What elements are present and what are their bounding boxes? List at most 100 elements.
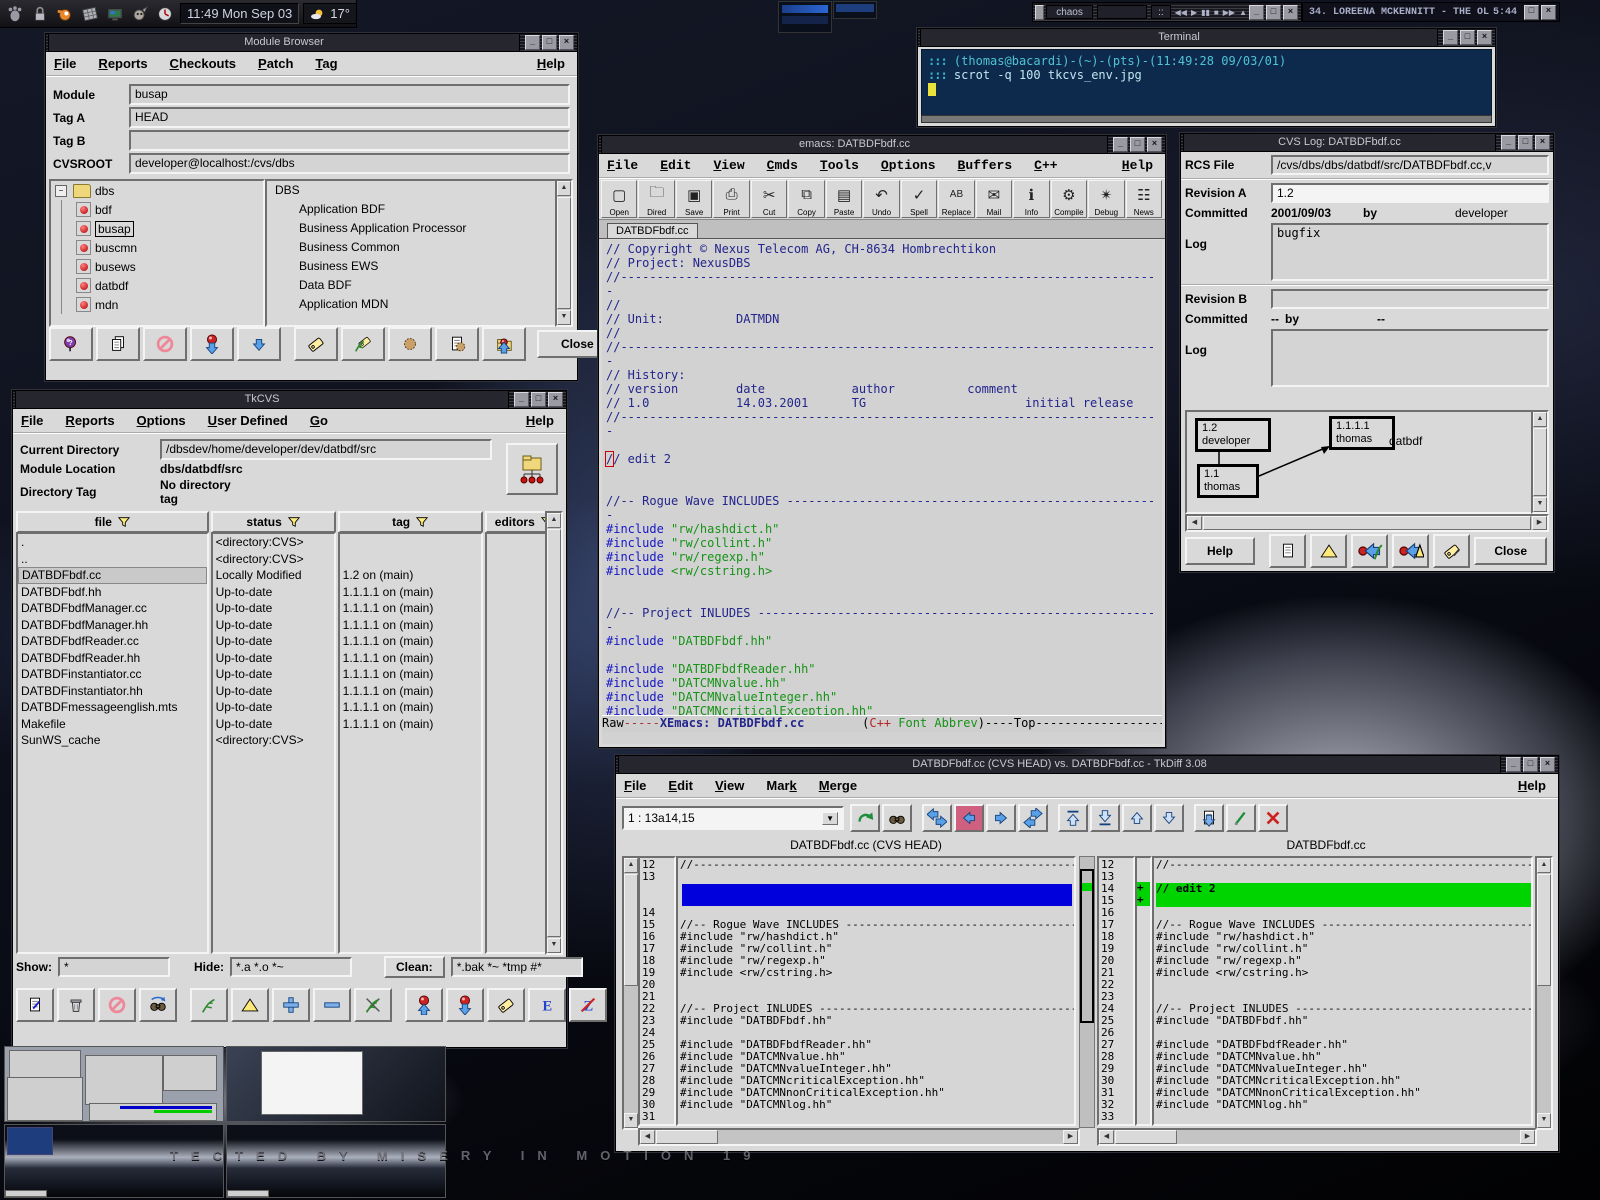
tkcvs-cell-status[interactable]: Up-to-date xyxy=(213,683,334,700)
emacs-menu-file[interactable]: File xyxy=(607,158,638,173)
tkcvs-cell-tag[interactable]: 1.1.1.1 on (main) xyxy=(340,584,481,601)
tkdiff-maximize-button[interactable]: □ xyxy=(1523,757,1538,772)
scroll-left-arrow-icon[interactable]: ◀ xyxy=(1187,516,1202,530)
tkcvs-cell-file[interactable]: DATBDFbdfReader.hh xyxy=(18,650,207,667)
tkcvs-cell-tag[interactable] xyxy=(340,534,481,551)
emacs-toolbar-spell[interactable]: ✓Spell xyxy=(901,180,937,218)
tkcvs-cell-status[interactable]: Up-to-date xyxy=(213,584,334,601)
emacs-toolbar-print[interactable]: ⎙Print xyxy=(713,180,749,218)
scroll-thumb[interactable] xyxy=(656,1130,718,1144)
emacs-toolbar-paste[interactable]: ▤Paste xyxy=(826,180,862,218)
tkcvs-cell-status[interactable]: Up-to-date xyxy=(213,633,334,650)
scroll-thumb[interactable] xyxy=(1533,428,1547,496)
chaos-play-button[interactable]: ▶ xyxy=(1191,8,1197,17)
tkdiff-tool-up-diff[interactable] xyxy=(1122,804,1152,832)
emacs-toolbar-undo[interactable]: ↶Undo xyxy=(863,180,899,218)
tkcvs-menu-reports[interactable]: Reports xyxy=(65,413,114,428)
mb-field-tag-b-input[interactable] xyxy=(129,130,570,151)
mb-field-tag-a-input[interactable]: HEAD xyxy=(129,107,570,128)
tkcvs-cell-tag[interactable] xyxy=(340,551,481,568)
log-a-text[interactable]: bugfix xyxy=(1271,223,1549,281)
mb-menu-checkouts[interactable]: Checkouts xyxy=(170,56,236,71)
tkcvs-cell-tag[interactable]: 1.1.1.1 on (main) xyxy=(340,716,481,733)
tkdiff-titlebar[interactable]: DATBDFbdf.cc (CVS HEAD) vs. DATBDFbdf.cc… xyxy=(616,756,1558,774)
left-pane-hscrollbar[interactable]: ◀▶ xyxy=(638,1128,1080,1146)
tkcvs-cell-file[interactable]: DATBDFinstantiator.cc xyxy=(18,666,207,683)
mb-close-button[interactable]: × xyxy=(559,35,574,50)
tkdiff-menu-file[interactable]: File xyxy=(624,778,646,793)
cvs-log-titlebar[interactable]: CVS Log: DATBDFbdf.cc _ □ × xyxy=(1181,134,1553,152)
mb-button-stop[interactable] xyxy=(143,327,187,361)
emacs-toolbar-news[interactable]: ☷News xyxy=(1126,180,1162,218)
emacs-buffer[interactable]: // Copyright © Nexus Telecom AG, CH-8634… xyxy=(602,240,1162,716)
tkcvs-menu-options[interactable]: Options xyxy=(137,413,186,428)
tkcvs-menu-go[interactable]: Go xyxy=(310,413,328,428)
module-description[interactable]: Application BDF xyxy=(273,200,565,219)
tkcvs-menu-file[interactable]: File xyxy=(21,413,43,428)
tkcvs-cell-file[interactable]: DATBDFbdfReader.cc xyxy=(18,633,207,650)
cvslog-minimize-button[interactable]: _ xyxy=(1501,135,1516,150)
module-description[interactable]: Business Application Processor xyxy=(273,219,565,238)
tkdiff-tool-down-diff[interactable] xyxy=(1154,804,1184,832)
emacs-toolbar-replace[interactable]: ABReplace xyxy=(938,180,974,218)
chaos-maximize-button[interactable]: □ xyxy=(1266,5,1281,20)
module-tree-panel[interactable]: −dbsbdfbusapbuscmnbusewsdatbdfmdn xyxy=(49,179,265,327)
tkcvs-close-button[interactable]: × xyxy=(548,392,563,407)
emacs-menu-tools[interactable]: Tools xyxy=(820,158,859,173)
tkcvs-cell-file[interactable]: DATBDFbdf.hh xyxy=(18,584,207,601)
tkcvs-button-trash[interactable] xyxy=(57,988,95,1022)
scroll-thumb[interactable] xyxy=(547,529,561,937)
tkcvs-cell-file[interactable]: Makefile xyxy=(18,716,207,733)
mb-button-export[interactable] xyxy=(237,327,281,361)
tkcvs-button-remove-minus[interactable] xyxy=(313,988,351,1022)
chaos-minimize-button[interactable]: _ xyxy=(1249,5,1264,20)
tkcvs-cell-tag[interactable]: 1.1.1.1 on (main) xyxy=(340,699,481,716)
terminal-output[interactable]: ::: (thomas@bacardi)-(~)-(pts)-(11:49:28… xyxy=(921,49,1492,116)
scroll-thumb[interactable] xyxy=(1115,1130,1177,1144)
tkdiff-tool-next-diff[interactable] xyxy=(986,804,1016,832)
tkcvs-cell-tag[interactable]: 1.2 on (main) xyxy=(340,567,481,584)
tkdiff-menu-mark[interactable]: Mark xyxy=(766,778,796,793)
mb-button-patch-doc[interactable] xyxy=(435,327,479,361)
mb-field-module-input[interactable]: busap xyxy=(129,84,570,105)
tkdiff-close-button[interactable]: × xyxy=(1540,757,1555,772)
tkcvs-cell-tag[interactable]: 1.1.1.1 on (main) xyxy=(340,600,481,617)
tkcvs-button-diff-triangle[interactable] xyxy=(231,988,269,1022)
tkcvs-button-stop[interactable] xyxy=(98,988,136,1022)
scroll-down-arrow-icon[interactable]: ▼ xyxy=(1537,1113,1551,1128)
emacs-toolbar-info[interactable]: ℹInfo xyxy=(1013,180,1049,218)
emacs-menu-buffers[interactable]: Buffers xyxy=(958,158,1013,173)
terminal-resize-bar[interactable] xyxy=(921,115,1492,123)
mb-maximize-button[interactable]: □ xyxy=(542,35,557,50)
terminal-minimize-button[interactable]: _ xyxy=(1443,30,1458,45)
tree-item-buscmn[interactable]: buscmn xyxy=(51,238,263,257)
diff-map[interactable] xyxy=(1079,856,1095,1128)
revision-graph-canvas[interactable]: 1.2developer 1.1.1.1thomas datbdf 1.1tho… xyxy=(1185,410,1533,514)
tree-item-busap[interactable]: busap xyxy=(51,219,263,238)
chaos-menu-button[interactable] xyxy=(1035,5,1044,20)
clean-button[interactable]: Clean: xyxy=(384,956,445,978)
pager-workspace-1[interactable] xyxy=(4,1046,224,1122)
module-description[interactable]: Application MDN xyxy=(273,295,565,314)
tkcvs-button-edit-file[interactable] xyxy=(16,988,54,1022)
mb-button-tag[interactable] xyxy=(294,327,338,361)
tkcvs-cell-tag[interactable] xyxy=(340,732,481,749)
tkdiff-right-pane[interactable]: 1213141516171819202122232425262728293031… xyxy=(1097,856,1533,1126)
revision-a-value[interactable]: 1.2 xyxy=(1271,183,1549,203)
scroll-right-arrow-icon[interactable]: ▶ xyxy=(1063,1130,1078,1144)
tkcvs-column-header-tag[interactable]: tag xyxy=(338,511,483,533)
mb-menu-help[interactable]: Help xyxy=(537,56,565,71)
chaos-pause-button[interactable]: ▮▮ xyxy=(1201,8,1210,17)
filter-funnel-icon[interactable] xyxy=(288,516,300,528)
emacs-toolbar-open[interactable]: ▢Open xyxy=(601,180,637,218)
module-description[interactable]: Business Common xyxy=(273,238,565,257)
mb-minimize-button[interactable]: _ xyxy=(525,35,540,50)
emacs-close-button[interactable]: × xyxy=(1147,137,1162,152)
tkdiff-minimize-button[interactable]: _ xyxy=(1506,757,1521,772)
mb-button-patch-ball[interactable] xyxy=(388,327,432,361)
mb-button-checkout[interactable] xyxy=(190,327,234,361)
filter-funnel-icon[interactable] xyxy=(118,516,130,528)
emacs-menu-cmds[interactable]: Cmds xyxy=(767,158,798,173)
tkdiff-menu-help[interactable]: Help xyxy=(1518,778,1546,793)
cvslog-close-button[interactable]: Close xyxy=(1474,537,1547,565)
